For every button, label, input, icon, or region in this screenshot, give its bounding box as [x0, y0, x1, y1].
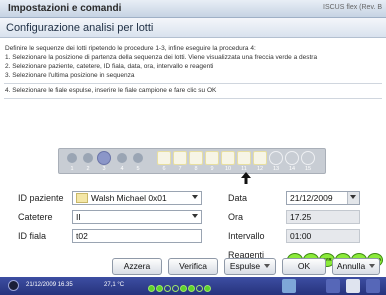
- slot-number: 9: [210, 166, 214, 172]
- vial-id-label: ID fiala: [18, 231, 47, 241]
- eject-button[interactable]: Espulse: [224, 258, 276, 275]
- vial-slot-12[interactable]: [253, 151, 267, 165]
- date-label: Data: [228, 193, 248, 203]
- vial-slot-4[interactable]: [117, 153, 127, 163]
- mini-rack-status-icon[interactable]: [148, 279, 230, 293]
- vial-slot-14[interactable]: [285, 151, 299, 165]
- cancel-button[interactable]: Annulla: [332, 258, 380, 275]
- title-bar: Impostazioni e comandi ISCUS flex (Rev. …: [0, 0, 386, 18]
- tools-icon[interactable]: [326, 279, 340, 293]
- vial-slot-3[interactable]: [97, 151, 111, 165]
- chevron-down-icon: [192, 195, 198, 199]
- eject-button-label: Espulse: [229, 261, 261, 271]
- vial-slot-5[interactable]: [133, 153, 143, 163]
- ok-button[interactable]: OK: [282, 258, 326, 275]
- reset-button-label: Azzera: [123, 261, 151, 271]
- power-icon[interactable]: [8, 280, 19, 291]
- help-icon[interactable]: [366, 279, 380, 293]
- vial-slot-6[interactable]: [157, 151, 171, 165]
- vial-slot-15[interactable]: [301, 151, 315, 165]
- patient-color-swatch: [76, 193, 88, 203]
- vial-slot-2[interactable]: [83, 153, 93, 163]
- slot-number: 4: [120, 166, 124, 172]
- divider: [4, 98, 382, 99]
- reset-button[interactable]: Azzera: [112, 258, 162, 275]
- slot-number: 7: [178, 166, 182, 172]
- instruction-step-3: 3. Selezionare l'ultima posizione in seq…: [5, 72, 135, 79]
- time-label: Ora: [228, 212, 244, 222]
- slot-number: 13: [272, 166, 280, 172]
- slot-number: 15: [304, 166, 312, 172]
- catheter-select[interactable]: II: [72, 210, 202, 224]
- position-arrow-icon: [241, 172, 251, 184]
- instruction-step-4: 4. Selezionare le fiale espulse, inserir…: [5, 87, 217, 94]
- time-field[interactable]: 17.25: [286, 210, 360, 224]
- slot-number: 1: [70, 166, 74, 172]
- verify-button[interactable]: Verifica: [168, 258, 218, 275]
- catheter-value: II: [76, 212, 81, 222]
- vial-slot-11[interactable]: [237, 151, 251, 165]
- page-header: Configurazione analisi per lotti: [0, 18, 386, 38]
- vial-rack: 1 2 3 4 5 6 7 8 9 10 11 12 13 14 15: [58, 148, 326, 174]
- brand-logo: ISCUS flex (Rev. B: [323, 4, 382, 11]
- slot-number: 5: [136, 166, 140, 172]
- cancel-button-label: Annulla: [336, 261, 366, 271]
- patient-label: ID paziente: [18, 193, 64, 203]
- vial-slot-10[interactable]: [221, 151, 235, 165]
- slot-number: 12: [256, 166, 264, 172]
- date-dropdown-button[interactable]: [347, 192, 359, 204]
- instruction-step-4-container: 4. Selezionare le fiale espulse, inserir…: [5, 86, 383, 95]
- vial-id-value: t02: [76, 231, 88, 241]
- ok-button-label: OK: [297, 261, 311, 271]
- instruction-step-2: 2. Selezionare paziente, catetere, ID fi…: [5, 63, 214, 70]
- slot-number: 10: [224, 166, 232, 172]
- interval-field[interactable]: 01:00: [286, 229, 360, 243]
- chevron-down-icon: [192, 214, 198, 218]
- slot-number: 8: [194, 166, 198, 172]
- divider: [4, 83, 382, 84]
- interval-label: Intervallo: [228, 231, 265, 241]
- slot-number: 14: [288, 166, 296, 172]
- vial-slot-7[interactable]: [173, 151, 187, 165]
- date-value: 21/12/2009: [290, 193, 333, 203]
- patient-value: Walsh Michael 0x01: [91, 193, 167, 203]
- date-picker[interactable]: 21/12/2009: [286, 191, 360, 205]
- taskbar-datetime: 21/12/2009 16.35: [26, 282, 73, 288]
- document-icon[interactable]: [282, 279, 296, 293]
- instructions-intro: Definire le sequenze dei lotti ripetendo…: [5, 45, 256, 52]
- slot-number: 6: [162, 166, 166, 172]
- time-value: 17.25: [290, 212, 312, 222]
- vial-id-field[interactable]: t02: [72, 229, 202, 243]
- chevron-down-icon: [350, 195, 356, 199]
- patient-select[interactable]: Walsh Michael 0x01: [72, 191, 202, 205]
- instruction-step-1: 1. Selezionare la posizione di partenza …: [5, 54, 318, 61]
- taskbar: 21/12/2009 16.35 27,1 °C: [0, 277, 386, 295]
- chevron-down-icon: [264, 264, 271, 268]
- instructions: Definire le sequenze dei lotti ripetendo…: [5, 44, 383, 80]
- verify-button-label: Verifica: [179, 261, 207, 271]
- chevron-down-icon: [369, 264, 376, 268]
- slot-number: 3: [102, 166, 106, 172]
- interval-value: 01:00: [290, 231, 312, 241]
- vial-slot-8[interactable]: [189, 151, 203, 165]
- taskbar-temperature: 27,1 °C: [104, 282, 125, 288]
- catheter-label: Catetere: [18, 212, 53, 222]
- settings-icon[interactable]: [346, 279, 360, 293]
- page-title: Configurazione analisi per lotti: [6, 22, 154, 34]
- window-title: Impostazioni e comandi: [8, 3, 122, 14]
- slot-number: 2: [86, 166, 90, 172]
- vial-slot-13[interactable]: [269, 151, 283, 165]
- vial-slot-9[interactable]: [205, 151, 219, 165]
- vial-slot-1[interactable]: [67, 153, 77, 163]
